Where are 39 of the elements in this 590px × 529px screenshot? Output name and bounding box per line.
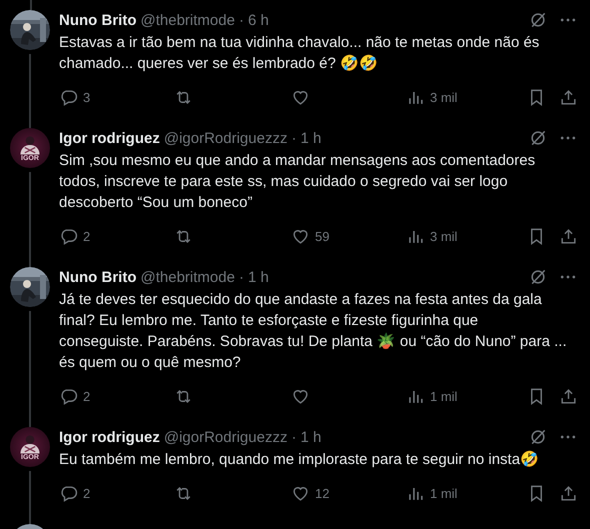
reply-count: 2 xyxy=(83,388,90,404)
tweet-text: Eu também me lembro, quando me imploraste para te seguir no insta🤣 xyxy=(59,450,540,470)
views-count: 3 mil xyxy=(430,90,458,104)
user-handle[interactable]: @igorRodriguezzz xyxy=(164,130,288,146)
reply-count: 2 xyxy=(83,486,90,500)
reply-icon[interactable] xyxy=(59,88,78,106)
reply-count: 2 xyxy=(83,228,90,244)
reply-icon[interactable] xyxy=(59,226,78,246)
separator-dot: · xyxy=(291,130,296,146)
separator-dot: · xyxy=(238,268,244,286)
tweet-text: Sim ,sou mesmo eu que ando a mandar mensagens aos comentadores todos, inscreve te para este ss, mas cuidado o segredo vai ser logo descoberto “Sou um boneco” xyxy=(59,151,536,213)
user-handle[interactable]: @igorRodriguezzz xyxy=(164,428,288,446)
reply-count: 3 xyxy=(83,90,90,104)
tweet-text: Estavas a ir tão bem na tua vidinha chavalo... não te metas onde não és chamado... queres ver se és lembrado é? 🤣🤣 xyxy=(59,33,540,74)
views-count: 1 mil xyxy=(430,388,458,404)
share-icon[interactable] xyxy=(559,88,578,106)
author-name[interactable]: Igor rodriguez xyxy=(59,428,160,446)
separator-dot: · xyxy=(291,428,296,446)
share-icon[interactable] xyxy=(559,484,578,502)
reply-icon[interactable] xyxy=(59,386,78,406)
author-name[interactable]: Nuno Brito xyxy=(59,268,136,286)
timestamp[interactable]: 1 h xyxy=(300,428,322,446)
user-handle[interactable]: @thebritmode xyxy=(140,268,235,286)
share-icon[interactable] xyxy=(559,386,578,406)
like-count: 12 xyxy=(315,486,330,500)
timestamp[interactable]: 1 h xyxy=(300,130,322,146)
share-icon[interactable] xyxy=(559,226,578,246)
author-name[interactable]: Nuno Brito xyxy=(59,12,136,28)
like-count: 59 xyxy=(315,228,330,244)
user-handle[interactable]: @thebritmode xyxy=(140,12,235,28)
views-count: 3 mil xyxy=(430,228,458,244)
timestamp[interactable]: 6 h xyxy=(248,12,269,28)
reply-icon[interactable] xyxy=(59,484,78,502)
thread-line xyxy=(29,471,31,524)
author-name[interactable]: Igor rodriguez xyxy=(59,130,160,146)
views-count: 1 mil xyxy=(430,486,458,500)
separator-dot: · xyxy=(238,12,244,28)
timestamp[interactable]: 1 h xyxy=(248,268,269,286)
tweet-text: Já te deves ter esquecido do que andaste a fazes na festa antes da gala final? Eu lembro me. Tanto te esforçaste e fizeste figurinha que conseguiste. Parabéns. Sobravas tu! De planta 🪴 ou “cão do Nuno” para ... és quem ou o quê mesmo? xyxy=(59,290,568,373)
